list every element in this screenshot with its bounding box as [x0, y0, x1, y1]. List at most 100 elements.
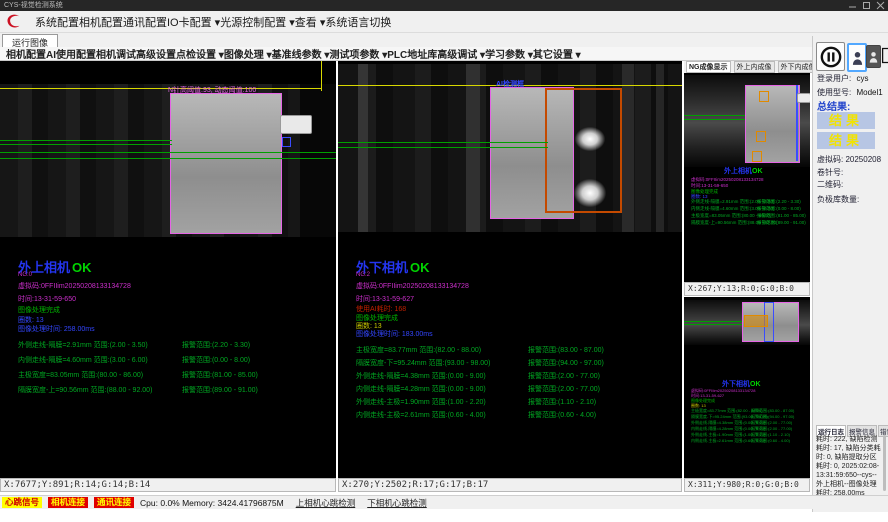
toolbar-button[interactable]: 学习参数 ▾	[485, 50, 533, 61]
reflection-highlight	[574, 179, 606, 207]
qr-label: 二维码:	[817, 179, 843, 190]
bottom-status-bar: 心跳信号 相机连接 通讯连接 Cpu: 0.0% Memory: 3424.41…	[0, 495, 888, 509]
machine-shadow	[300, 84, 336, 237]
toolbar-button[interactable]: 高级调试 ▾	[437, 50, 485, 61]
barcode-text: 虚拟码:0FFIIim20250208133134728	[18, 281, 131, 291]
alarm-range-text: 报警范围:(94.00 - 97.00)	[528, 358, 604, 368]
upper-camera-heartbeat-link[interactable]: 上相机心跳检测	[296, 497, 356, 509]
toolbar-button[interactable]: AI使用配置	[46, 50, 96, 61]
measurement-list: 主极宽度=83.77mm 范围:(82.00 - 88.00) 报警范围:(83…	[356, 345, 679, 423]
window-close-icon[interactable]	[875, 1, 886, 10]
title-bar: CYS-视觉检测系统	[0, 0, 888, 11]
logout-door-icon	[881, 46, 888, 65]
machine-bar	[622, 64, 634, 232]
measurement-list: 外侧走线-隔膜=2.91mm 范围:(2.00 - 3.50) 报警范围:(2.…	[18, 340, 333, 400]
toolbar-button[interactable]: 相机调试	[96, 50, 136, 61]
measurement-text: 隔膜宽度-下=95.24mm 范围:(93.00 - 98.00)	[356, 360, 490, 367]
measurement-text: 主极宽度=83.05mm 范围:(80.00 - 86.00)	[18, 372, 143, 379]
menu-item[interactable]: 系统语言切换	[325, 17, 391, 29]
menu-item[interactable]: 通讯配置	[123, 17, 167, 29]
toolbar-button[interactable]: 基准线参数 ▾	[272, 50, 330, 61]
measurement-text: 内侧走线-隔膜=4.60mm 范围:(3.00 - 6.00)	[18, 357, 148, 364]
defect-mark-box	[752, 151, 762, 162]
toolbar-button[interactable]: PLC地址库	[387, 50, 437, 61]
measurement-row: 内侧走线-隔膜=4.60mm 范围:(3.00 - 6.00) 报警范围:(0.…	[18, 355, 333, 370]
machine-bar	[466, 64, 480, 232]
machine-bar	[358, 64, 368, 232]
ng-view-bottom[interactable]: 外下相机OK 虚拟码:0FFIIim20250208133134728 时间:1…	[684, 297, 810, 478]
app-window: CYS-视觉检测系统 系统配置相机配置通讯配置IO卡配置 ▾光源控制配置 ▾查看…	[0, 0, 888, 522]
measurement-list: 外侧走线-隔膜=2.91mm 范围:(2.00 - 3.50) 报警范围:(2.…	[691, 199, 809, 227]
menu-item[interactable]: 光源控制配置 ▾	[220, 17, 295, 29]
camera-view-upper-outer[interactable]: N针高阈值:93, 动态阈值:100 外上相机OK NG:0 虚拟码:0FFII…	[0, 61, 336, 478]
alarm-range-text: 报警范围:(0.60 - 4.00)	[528, 410, 596, 420]
ok-badge: OK	[752, 168, 763, 175]
pixel-status-ng-top: X:267;Y:13;R:0;G:0;B:0	[684, 282, 810, 296]
login-user-value: cys	[856, 74, 868, 83]
toolbar-button[interactable]: 测试项参数 ▾	[329, 50, 387, 61]
edge-green-line	[338, 142, 548, 143]
camera-image-left	[0, 84, 336, 237]
ng-view-tab[interactable]: NG成像显示	[686, 61, 731, 73]
baseline-yellow-line	[0, 88, 322, 89]
alarm-range-text: 报警范围:(89.00 - 91.00)	[182, 385, 258, 395]
edge-green-line	[338, 147, 548, 148]
alarm-range-text: 报警范围:(81.00 - 85.00)	[182, 370, 258, 380]
alarm-range-text: 报警范围:(2.00 - 77.00)	[528, 384, 600, 394]
menu-item[interactable]: IO卡配置 ▾	[167, 17, 220, 29]
gripper-connector	[797, 93, 810, 103]
tab-row: 运行图像	[0, 33, 888, 47]
toolbar-button[interactable]: 相机配置	[6, 50, 46, 61]
camera-connect-badge: 相机连接	[48, 497, 88, 508]
alarm-range-text: 报警范围:(89.00 - 91.00)	[757, 220, 806, 226]
barcode-text: 虚拟码:0FFIIim20250208133134728	[356, 281, 469, 291]
measurement-text: 主极宽度=83.77mm 范围:(82.00 - 88.00)	[356, 347, 481, 354]
window-minimize-icon[interactable]	[847, 1, 858, 10]
camera-view-lower-outer[interactable]: AI检测框 外下相机OK NG:2 虚拟码:0FFIIim20250208133…	[338, 61, 682, 478]
model-label: 使用型号:	[817, 88, 851, 97]
process-done-text: 图像处理完成	[18, 305, 60, 315]
lower-camera-heartbeat-link[interactable]: 下相机心跳检测	[367, 497, 427, 509]
alarm-range-text: 报警范围:(81.00 - 85.00)	[757, 213, 806, 219]
cell-block	[170, 93, 282, 234]
edge-green-line	[0, 144, 172, 145]
edge-green-line	[684, 119, 745, 120]
ng-view-tabs: NG成像显示外上内成像外下内成像	[684, 61, 810, 73]
alarm-range-text: 报警范围:(0.00 - 8.00)	[757, 206, 801, 212]
log-scrollbar[interactable]	[883, 435, 886, 491]
toolbar-button[interactable]: 点检设置 ▾	[176, 50, 224, 61]
model-value: Model1	[856, 88, 882, 97]
measurement-row: 主极宽度=83.05mm 范围:(80.00 - 86.00) 报警范围:(81…	[691, 213, 809, 220]
pause-icon	[820, 46, 842, 68]
measurement-text: 外侧走线-隔膜=2.91mm 范围:(2.00 - 3.50)	[18, 342, 148, 349]
ng-view-top[interactable]: 外上相机OK 虚拟码:0FFIIim20250208133134728 时间:1…	[684, 73, 810, 282]
comm-connect-badge: 通讯连接	[94, 497, 134, 508]
barcode-row: 虚拟码: 20250208	[817, 154, 881, 165]
measurement-text: 外侧走线-主极=1.90mm 范围:(1.00 - 2.20)	[356, 399, 486, 406]
baseline-yellow-vline	[321, 61, 322, 91]
exit-button[interactable]	[881, 45, 888, 66]
measurement-row: 隔膜宽度-上=90.56mm 范围:(88.00 - 92.00) 报警范围:(…	[18, 385, 333, 400]
time-text: 时间:13-31-59-627	[356, 294, 414, 304]
menu-item[interactable]: 系统配置	[35, 17, 79, 29]
alarm-range-text: 报警范围:(2.20 - 3.30)	[182, 340, 250, 350]
toolbar-button[interactable]: 高级设置	[136, 50, 176, 61]
pause-button[interactable]	[816, 42, 845, 71]
measurement-row: 外侧走线-主极=1.90mm 范围:(1.00 - 2.20) 报警范围:(1.…	[356, 397, 679, 410]
edge-green-line	[0, 158, 336, 159]
stock-label: 负极库数量:	[817, 194, 859, 205]
menu-item[interactable]: 相机配置	[79, 17, 123, 29]
measurement-text: 隔膜宽度-上=90.56mm 范围:(88.00 - 92.00)	[18, 387, 152, 394]
measurement-row: 外侧走线-隔膜=4.38mm 范围:(0.00 - 9.00) 报警范围:(2.…	[356, 371, 679, 384]
menu-item[interactable]: 查看 ▾	[295, 17, 326, 29]
ng-view-tab[interactable]: 外上内成像	[734, 61, 775, 73]
log-text[interactable]: 耗时: 222, 缺陷检测耗时: 17, 缺陷分类耗时: 0, 缺陷提取分区耗时…	[816, 435, 882, 499]
operator-button[interactable]	[866, 45, 881, 68]
login-user-button[interactable]	[847, 43, 867, 72]
login-user-row: 登录用户: cys	[817, 73, 868, 84]
login-user-label: 登录用户:	[817, 74, 851, 83]
toolbar-button[interactable]: 其它设置 ▾	[533, 50, 581, 61]
camera-result-title: 外上相机OK	[724, 166, 763, 176]
window-maximize-icon[interactable]	[861, 1, 872, 10]
toolbar-button[interactable]: 图像处理 ▾	[224, 50, 272, 61]
